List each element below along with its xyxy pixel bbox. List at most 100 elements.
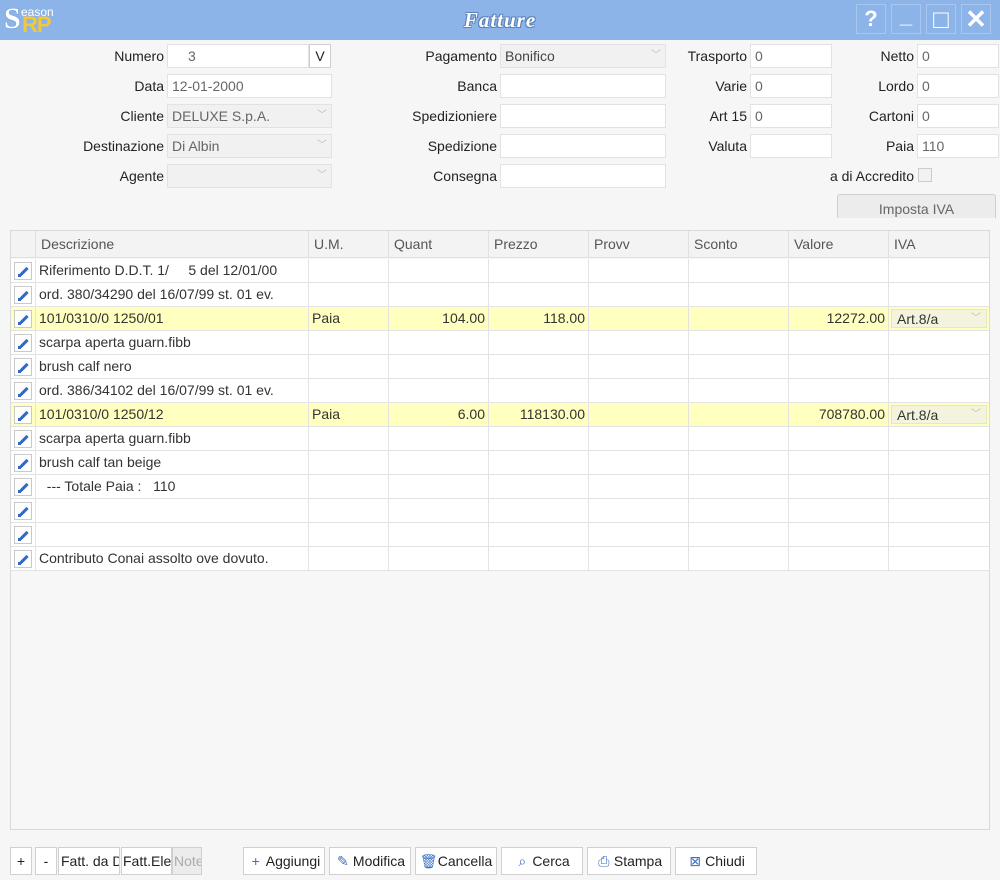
edit-row-icon[interactable] <box>14 334 32 352</box>
cell-prezzo[interactable] <box>489 331 589 354</box>
cell-um[interactable] <box>309 475 389 498</box>
cell-prezzo[interactable] <box>489 427 589 450</box>
col-quant[interactable]: Quant <box>389 231 489 258</box>
cell-quant[interactable] <box>389 283 489 306</box>
cell-descrizione[interactable]: ord. 386/34102 del 16/07/99 st. 01 ev. <box>36 379 309 402</box>
cell-provv[interactable] <box>589 307 689 330</box>
cell-descrizione[interactable] <box>36 523 309 546</box>
edit-row-icon[interactable] <box>14 502 32 520</box>
cell-provv[interactable] <box>589 547 689 570</box>
cell-quant[interactable]: 6.00 <box>389 403 489 426</box>
cell-um[interactable] <box>309 379 389 402</box>
iva-select[interactable]: Art.8/a ﹀ <box>891 309 987 328</box>
cell-descrizione[interactable]: 101/0310/0 1250/12 <box>36 403 309 426</box>
remove-row-button[interactable]: - <box>35 847 57 875</box>
edit-row-icon[interactable] <box>14 478 32 496</box>
cell-sconto[interactable] <box>689 547 789 570</box>
cell-um[interactable] <box>309 427 389 450</box>
numero-v-button[interactable]: V <box>309 44 331 68</box>
netto-field[interactable]: 0 <box>917 44 999 68</box>
chiudi-button[interactable]: ⊠ Chiudi <box>675 847 757 875</box>
col-um[interactable]: U.M. <box>309 231 389 258</box>
numero-field[interactable]: 3 <box>167 44 309 68</box>
cliente-select[interactable]: DELUXE S.p.A. ﹀ <box>167 104 332 128</box>
cell-sconto[interactable] <box>689 427 789 450</box>
accredito-checkbox[interactable] <box>918 168 932 182</box>
cell-sconto[interactable] <box>689 283 789 306</box>
maximize-button[interactable]: □ <box>926 4 956 34</box>
cell-provv[interactable] <box>589 403 689 426</box>
cell-prezzo[interactable] <box>489 523 589 546</box>
edit-row-icon[interactable] <box>14 550 32 568</box>
edit-row-icon[interactable] <box>14 262 32 280</box>
cell-iva[interactable]: Art.8/a ﹀ <box>889 403 989 426</box>
table-row[interactable]: brush calf nero <box>11 355 989 379</box>
add-row-button[interactable]: + <box>10 847 32 875</box>
cell-prezzo[interactable] <box>489 451 589 474</box>
edit-row-icon[interactable] <box>14 310 32 328</box>
art15-field[interactable]: 0 <box>750 104 832 128</box>
edit-row-icon[interactable] <box>14 406 32 424</box>
cell-prezzo[interactable]: 118130.00 <box>489 403 589 426</box>
cell-um[interactable] <box>309 355 389 378</box>
cell-provv[interactable] <box>589 499 689 522</box>
edit-row-icon[interactable] <box>14 430 32 448</box>
fatt-elettronica-button[interactable]: Fatt.Elet <box>121 847 172 875</box>
cell-um[interactable] <box>309 547 389 570</box>
edit-row-icon[interactable] <box>14 526 32 544</box>
modifica-button[interactable]: ✎ Modifica <box>329 847 411 875</box>
cell-quant[interactable] <box>389 379 489 402</box>
cell-quant[interactable] <box>389 259 489 282</box>
cell-quant[interactable]: 104.00 <box>389 307 489 330</box>
table-row[interactable] <box>11 499 989 523</box>
cell-descrizione[interactable]: Contributo Conai assolto ove dovuto. <box>36 547 309 570</box>
table-row[interactable]: ord. 380/34290 del 16/07/99 st. 01 ev. <box>11 283 989 307</box>
cell-provv[interactable] <box>589 451 689 474</box>
data-field[interactable]: 12-01-2000 <box>167 74 332 98</box>
cell-valore[interactable] <box>789 499 889 522</box>
minimize-button[interactable]: _ <box>891 4 921 34</box>
cell-provv[interactable] <box>589 379 689 402</box>
cerca-button[interactable]: ⌕ Cerca <box>501 847 583 875</box>
cell-valore[interactable]: 12272.00 <box>789 307 889 330</box>
cell-sconto[interactable] <box>689 403 789 426</box>
cell-iva[interactable] <box>889 475 989 498</box>
fatt-da-ddt-button[interactable]: Fatt. da D <box>58 847 120 875</box>
cell-quant[interactable] <box>389 523 489 546</box>
cell-descrizione[interactable]: brush calf tan beige <box>36 451 309 474</box>
lordo-field[interactable]: 0 <box>917 74 999 98</box>
cell-um[interactable]: Paia <box>309 403 389 426</box>
cell-iva[interactable]: Art.8/a ﹀ <box>889 307 989 330</box>
col-sconto[interactable]: Sconto <box>689 231 789 258</box>
col-descrizione[interactable]: Descrizione <box>36 231 309 258</box>
cell-prezzo[interactable] <box>489 259 589 282</box>
destinazione-select[interactable]: Di Albin ﹀ <box>167 134 332 158</box>
cell-prezzo[interactable] <box>489 547 589 570</box>
cancella-button[interactable]: 🗑Cancella <box>415 847 497 875</box>
cell-valore[interactable] <box>789 355 889 378</box>
cell-um[interactable]: Paia <box>309 307 389 330</box>
banca-field[interactable] <box>500 74 666 98</box>
table-row[interactable]: 101/0310/0 1250/01 Paia 104.00 118.00 12272.… <box>11 307 989 331</box>
cell-quant[interactable] <box>389 427 489 450</box>
col-prezzo[interactable]: Prezzo <box>489 231 589 258</box>
cell-quant[interactable] <box>389 475 489 498</box>
table-row[interactable] <box>11 523 989 547</box>
cell-prezzo[interactable] <box>489 475 589 498</box>
close-button[interactable]: ✕ <box>961 4 991 34</box>
cell-sconto[interactable] <box>689 379 789 402</box>
cell-um[interactable] <box>309 283 389 306</box>
cell-quant[interactable] <box>389 499 489 522</box>
cell-descrizione[interactable]: Riferimento D.D.T. 1/ 5 del 12/01/00 <box>36 259 309 282</box>
table-row[interactable]: Riferimento D.D.T. 1/ 5 del 12/01/00 <box>11 259 989 283</box>
cell-sconto[interactable] <box>689 307 789 330</box>
cell-descrizione[interactable]: brush calf nero <box>36 355 309 378</box>
table-row[interactable]: scarpa aperta guarn.fibb <box>11 427 989 451</box>
cell-iva[interactable] <box>889 451 989 474</box>
cell-iva[interactable] <box>889 523 989 546</box>
cell-valore[interactable] <box>789 523 889 546</box>
cell-provv[interactable] <box>589 523 689 546</box>
cell-sconto[interactable] <box>689 523 789 546</box>
cell-iva[interactable] <box>889 259 989 282</box>
cell-iva[interactable] <box>889 331 989 354</box>
